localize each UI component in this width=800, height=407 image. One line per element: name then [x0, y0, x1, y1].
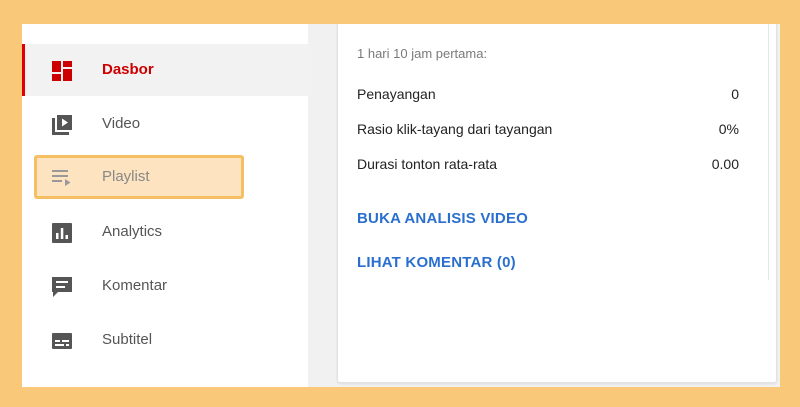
view-comments-link[interactable]: LIHAT KOMENTAR (0): [357, 254, 516, 271]
stat-row-avg-watch-time: Durasi tonton rata-rata 0.00: [357, 156, 739, 176]
sidebar-item-playlist[interactable]: Playlist: [34, 155, 244, 199]
sidebar-item-komentar[interactable]: Komentar: [22, 260, 308, 312]
stat-label: Rasio klik-tayang dari tayangan: [357, 121, 553, 137]
video-library-icon: [51, 114, 73, 136]
comment-icon: [51, 276, 73, 298]
stat-row-ctr: Rasio klik-tayang dari tayangan 0%: [357, 121, 739, 141]
studio-window: Dasbor Video Playlist Analytics Komentar…: [22, 24, 780, 387]
sidebar-item-label: Subtitel: [102, 331, 153, 348]
video-stats-card: 1 hari 10 jam pertama: Penayangan 0 Rasi…: [337, 24, 777, 383]
sidebar-item-label: Analytics: [102, 223, 163, 240]
sidebar-item-label: Video: [102, 115, 141, 132]
sidebar-item-subtitel[interactable]: Subtitel: [22, 314, 308, 366]
scrollbar-track[interactable]: [768, 24, 769, 280]
playlist-icon: [51, 166, 73, 188]
sidebar-item-label: Dasbor: [102, 61, 154, 78]
sidebar-item-label: Komentar: [102, 277, 168, 294]
stat-value: 0%: [718, 121, 739, 137]
stat-value: 0.00: [711, 156, 739, 172]
stat-label: Penayangan: [357, 86, 436, 102]
stats-period-label: 1 hari 10 jam pertama:: [357, 46, 488, 61]
stat-value: 0: [731, 86, 739, 102]
stat-label: Durasi tonton rata-rata: [357, 156, 498, 172]
sidebar: Dasbor Video Playlist Analytics Komentar…: [22, 24, 311, 387]
dashboard-icon: [51, 60, 73, 82]
stat-row-views: Penayangan 0: [357, 86, 739, 106]
sidebar-item-video[interactable]: Video: [22, 98, 308, 150]
sidebar-item-label: Playlist: [102, 168, 150, 185]
sidebar-item-dasbor[interactable]: Dasbor: [22, 44, 311, 96]
open-video-analytics-link[interactable]: BUKA ANALISIS VIDEO: [357, 210, 528, 227]
sidebar-item-analytics[interactable]: Analytics: [22, 206, 308, 258]
subtitles-icon: [51, 330, 73, 352]
analytics-icon: [51, 222, 73, 244]
